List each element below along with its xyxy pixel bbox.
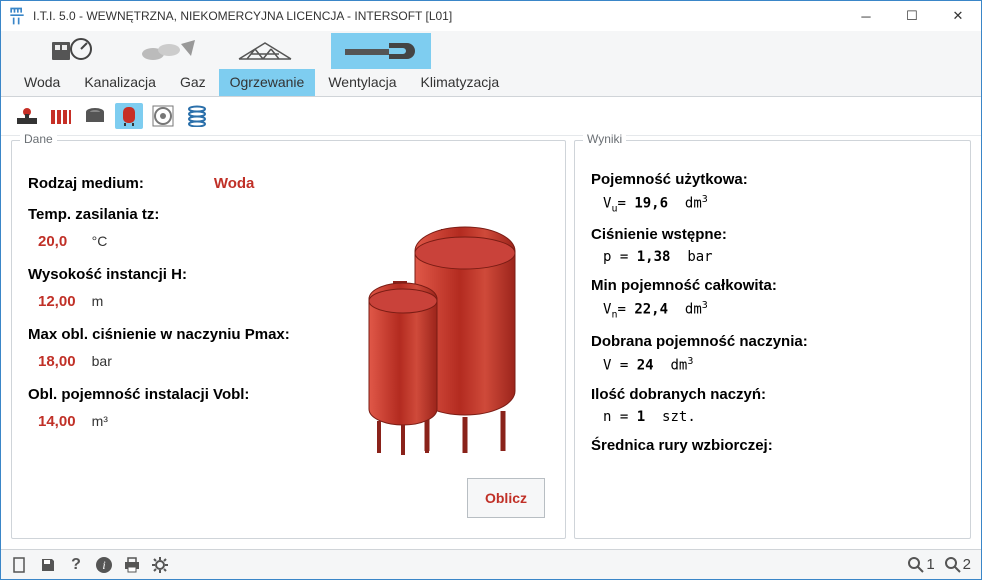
subtool-tank-top-icon[interactable] (81, 103, 109, 129)
pmax-unit: bar (92, 353, 112, 369)
calculate-button[interactable]: Oblicz (467, 478, 545, 518)
status-info-icon[interactable]: i (95, 556, 113, 574)
title-bar: I.T.I. 5.0 - WEWNĘTRZNA, NIEKOMERCYJNA L… (1, 1, 981, 31)
tab-ogrzewanie[interactable]: Ogrzewanie (219, 69, 316, 96)
panel-wyniki-title: Wyniki (583, 132, 626, 146)
toolbar-icon-wrench-active (331, 33, 431, 69)
h-unit: m (92, 293, 104, 309)
minimize-button[interactable]: ─ (843, 1, 889, 31)
vobl-value[interactable]: 14,00 (38, 413, 88, 430)
main-tabs: Woda Kanalizacja Gaz Ogrzewanie Wentylac… (13, 69, 969, 96)
v-value: 24 (637, 358, 654, 374)
tz-value[interactable]: 20,0 (38, 233, 88, 250)
panel-wyniki: Wyniki Pojemność użytkowa: Vu= 19,6 dm3 … (574, 140, 971, 539)
n-label: Ilość dobranych naczyń: (591, 386, 954, 403)
subtool-valve-icon[interactable] (13, 103, 41, 129)
panel-dane-title: Dane (20, 132, 57, 146)
p-label: Ciśnienie wstępne: (591, 226, 954, 243)
medium-label: Rodzaj medium: (28, 175, 144, 192)
n-value: 1 (637, 409, 645, 425)
svg-text:i: i (102, 558, 105, 572)
status-zoom-2[interactable]: 2 (945, 556, 971, 573)
subtool-coil-icon[interactable] (183, 103, 211, 129)
toolbar-icon-pipes (139, 36, 199, 66)
h-value[interactable]: 12,00 (38, 293, 88, 310)
status-settings-icon[interactable] (151, 556, 169, 574)
vn-label: Min pojemność całkowita: (591, 277, 954, 294)
status-print-icon[interactable] (123, 556, 141, 574)
tz-unit: °C (92, 233, 108, 249)
status-new-icon[interactable] (11, 556, 29, 574)
d-label: Średnica rury wzbiorczej: (591, 437, 954, 454)
window-title: I.T.I. 5.0 - WEWNĘTRZNA, NIEKOMERCYJNA L… (33, 9, 843, 23)
panel-dane: Dane Rodzaj medium:Woda Temp. zasilania … (11, 140, 566, 539)
status-zoom-1[interactable]: 1 (908, 556, 934, 573)
tab-gaz[interactable]: Gaz (169, 69, 217, 96)
vessels-illustration (355, 221, 555, 481)
v-label: Dobrana pojemność naczynia: (591, 333, 954, 350)
tab-kanalizacja[interactable]: Kanalizacja (73, 69, 167, 96)
medium-value[interactable]: Woda (214, 175, 255, 192)
status-bar: ? i 1 2 (1, 549, 981, 579)
sub-toolbar (1, 97, 981, 136)
tab-klimatyzacja[interactable]: Klimatyzacja (410, 69, 511, 96)
vobl-unit: m³ (92, 413, 108, 429)
maximize-button[interactable]: ☐ (889, 1, 935, 31)
vu-label: Pojemność użytkowa: (591, 171, 954, 188)
status-help-icon[interactable]: ? (67, 556, 85, 574)
close-button[interactable]: ✕ (935, 1, 981, 31)
subtool-fan-icon[interactable] (149, 103, 177, 129)
main-toolbar: Woda Kanalizacja Gaz Ogrzewanie Wentylac… (1, 31, 981, 97)
vn-value: 22,4 (634, 302, 668, 318)
vu-value: 19,6 (634, 196, 668, 212)
subtool-radiator-icon[interactable] (47, 103, 75, 129)
subtool-vessel-icon[interactable] (115, 103, 143, 129)
status-save-icon[interactable] (39, 556, 57, 574)
tab-woda[interactable]: Woda (13, 69, 71, 96)
toolbar-icon-meters (43, 36, 103, 66)
p-value: 1,38 (637, 249, 671, 265)
app-icon (7, 6, 27, 26)
tab-wentylacja[interactable]: Wentylacja (317, 69, 407, 96)
pmax-value[interactable]: 18,00 (38, 353, 88, 370)
toolbar-icon-truss (235, 36, 295, 66)
